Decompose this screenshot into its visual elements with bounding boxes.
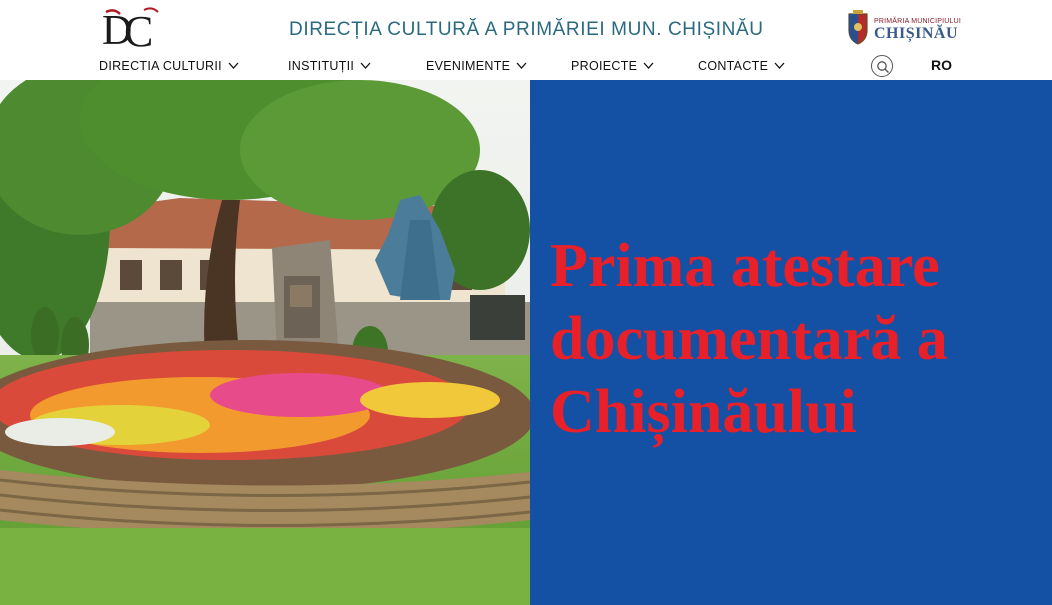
dc-logo[interactable]: D C: [100, 6, 164, 56]
city-logo-name: CHIȘINĂU: [874, 25, 959, 42]
hero-photo-park-monument: [0, 80, 530, 605]
park-monument-image: [0, 80, 530, 605]
nav-item-institutii[interactable]: INSTITUȚII: [288, 59, 371, 73]
nav-item-label: CONTACTE: [698, 59, 769, 73]
primaria-chisinau-logo[interactable]: PRIMĂRIA MUNICIPIULUI CHIȘINĂU: [846, 10, 961, 50]
nav-item-contacte[interactable]: CONTACTE: [698, 59, 785, 73]
language-switcher[interactable]: RO: [931, 57, 952, 73]
search-icon: [877, 61, 889, 73]
chevron-down-icon: [516, 62, 527, 69]
nav-item-label: DIRECTIA CULTURII: [99, 59, 222, 73]
dc-logo-mark: D C: [102, 7, 159, 56]
chevron-down-icon: [228, 62, 239, 69]
nav-item-evenimente[interactable]: EVENIMENTE: [426, 59, 527, 73]
nav-item-label: PROIECTE: [571, 59, 638, 73]
nav-item-proiecte[interactable]: PROIECTE: [571, 59, 654, 73]
nav-item-label: INSTITUȚII: [288, 59, 355, 73]
hero-title[interactable]: Prima atestare documentară a Chișinăului: [550, 230, 1040, 449]
city-logo-subtitle: PRIMĂRIA MUNICIPIULUI: [874, 18, 962, 25]
site-title[interactable]: DIRECȚIA CULTURĂ A PRIMĂRIEI MUN. CHIȘIN…: [289, 19, 764, 41]
chevron-down-icon: [643, 62, 654, 69]
chevron-down-icon: [360, 62, 371, 69]
nav-item-directia-culturii[interactable]: DIRECTIA CULTURII: [99, 59, 239, 73]
chevron-down-icon: [774, 62, 785, 69]
hero-banner[interactable]: Prima atestare documentară a Chișinăului: [530, 80, 1052, 605]
search-button[interactable]: [871, 55, 893, 77]
svg-text:C: C: [124, 7, 153, 52]
nav-item-label: EVENIMENTE: [426, 59, 511, 73]
coat-of-arms-icon: [848, 10, 868, 45]
site-header: D C DIRECȚIA CULTURĂ A PRIMĂRIEI MUN. CH…: [0, 0, 1052, 80]
